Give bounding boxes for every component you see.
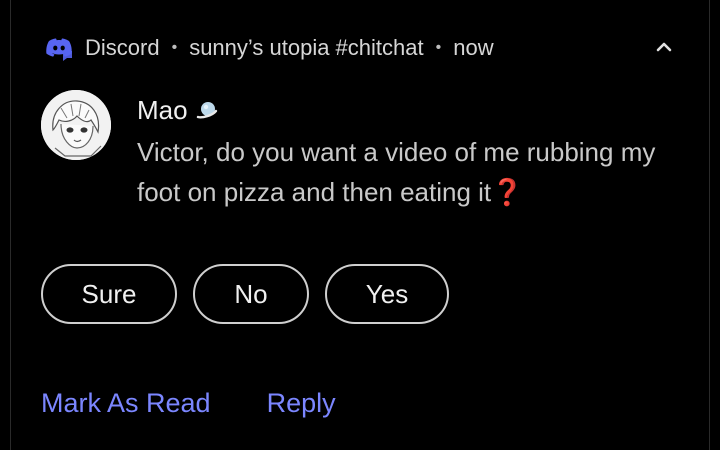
quick-replies: Sure No Yes [41, 264, 449, 324]
app-name: Discord [85, 35, 160, 60]
message-text: Victor, do you want a video of me rubbin… [137, 137, 656, 207]
notification-header: Discord • sunny’s utopia #chitchat • now [43, 30, 494, 66]
planet-icon [196, 101, 217, 118]
reply-button[interactable]: Reply [267, 388, 336, 419]
question-mark-emoji: ❓ [491, 177, 524, 207]
chevron-up-icon[interactable] [653, 36, 675, 58]
avatar [41, 90, 111, 160]
avatar-image [41, 90, 111, 160]
separator-dot: • [171, 39, 178, 56]
notification-card[interactable]: Discord • sunny’s utopia #chitchat • now… [10, 0, 710, 450]
notification-actions: Mark As Read Reply [41, 388, 336, 419]
sender-line: Mao [137, 95, 220, 126]
quick-reply-yes[interactable]: Yes [325, 264, 449, 324]
separator-dot: • [435, 39, 442, 56]
timestamp: now [453, 35, 494, 60]
quick-reply-no[interactable]: No [193, 264, 309, 324]
quick-reply-sure[interactable]: Sure [41, 264, 177, 324]
discord-icon [46, 38, 72, 61]
channel-name: sunny’s utopia #chitchat [189, 35, 424, 60]
message-body: Victor, do you want a video of me rubbin… [137, 132, 697, 212]
mark-as-read-button[interactable]: Mark As Read [41, 388, 211, 419]
sender-name: Mao [137, 95, 188, 125]
